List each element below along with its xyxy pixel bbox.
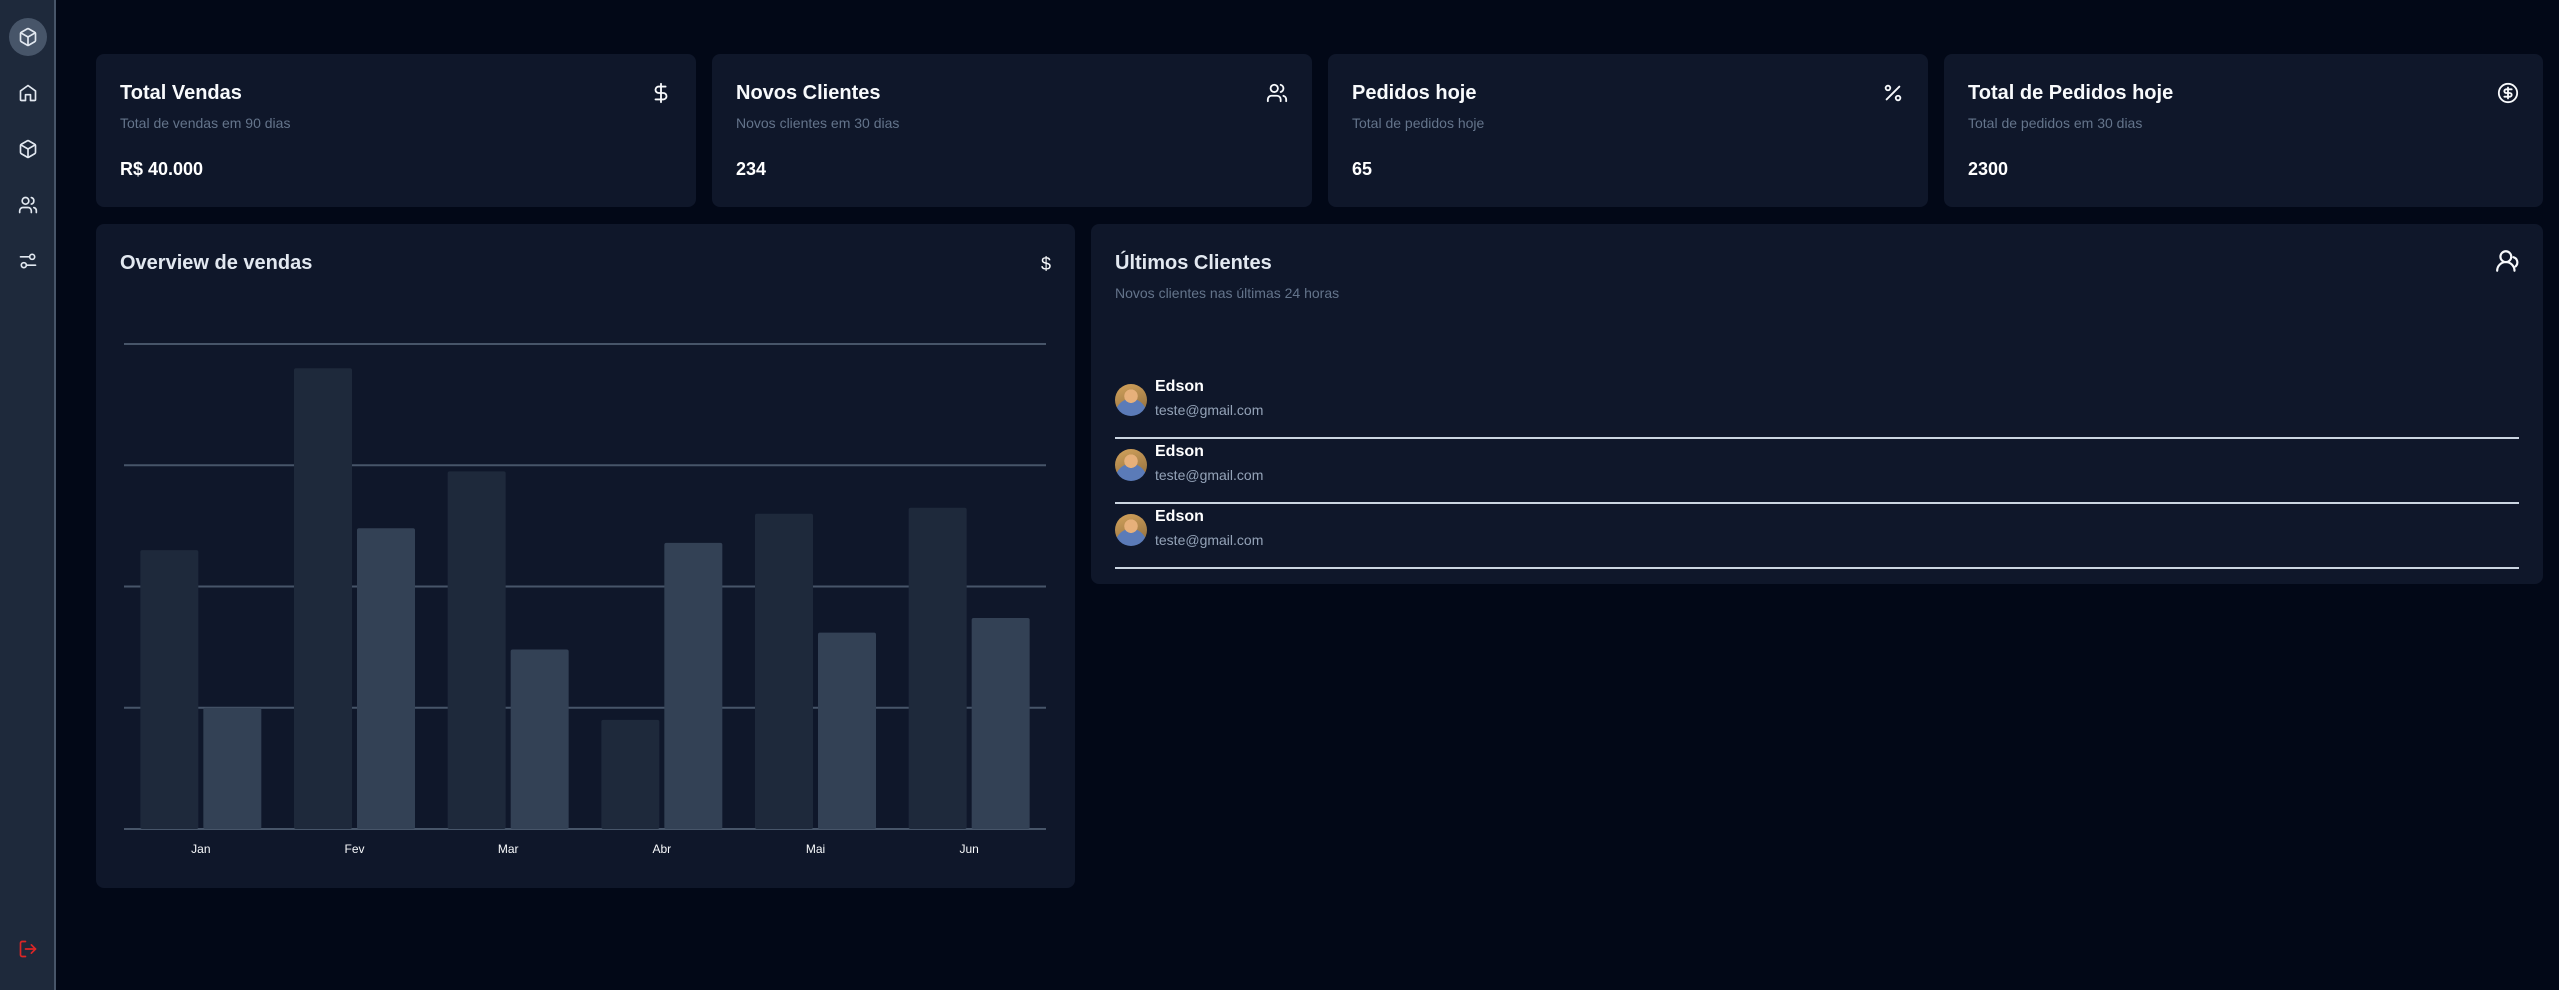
chart-x-tick-label: Mai [806, 842, 825, 856]
stat-subtitle: Total de pedidos hoje [1352, 115, 1485, 131]
logout-button[interactable] [9, 930, 47, 968]
chart-bar[interactable] [203, 707, 262, 829]
sidebar-item-customers[interactable] [9, 186, 47, 224]
chart-x-tick-label: Jan [191, 842, 210, 856]
chart-x-tick-label: Fev [344, 842, 364, 856]
latest-clients-card: Últimos Clientes Novos clientes nas últi… [1091, 224, 2543, 584]
sidebar-item-settings[interactable] [9, 242, 47, 280]
log-out-icon [19, 940, 37, 958]
logo-box-icon[interactable] [9, 18, 47, 56]
stat-card-total-vendas: Total Vendas Total de vendas em 90 dias … [96, 54, 696, 207]
chart-x-tick-label: Abr [652, 842, 671, 856]
stat-subtitle: Novos clientes em 30 dias [736, 115, 900, 131]
box-icon [19, 139, 37, 159]
chart-bar[interactable] [294, 368, 352, 829]
chart-bar[interactable] [601, 719, 660, 829]
stat-value: 234 [736, 159, 767, 179]
client-name: Edson [1155, 443, 1204, 460]
sidebar-item-products[interactable] [9, 130, 47, 168]
chart-bar[interactable] [908, 507, 967, 829]
sidebar [0, 0, 56, 990]
client-email: teste@gmail.com [1155, 532, 1264, 548]
stat-card-pedidos-hoje: Pedidos hoje Total de pedidos hoje 65 [1328, 54, 1928, 207]
avatar [1115, 384, 1147, 416]
stat-card-novos-clientes: Novos Clientes Novos clientes em 30 dias… [712, 54, 1312, 207]
chart-bar[interactable] [140, 550, 199, 829]
stat-value: R$ 40.000 [120, 159, 204, 179]
client-list-item[interactable]: Edson teste@gmail.com [1115, 504, 2519, 569]
chart-bar[interactable] [664, 542, 723, 829]
dollar-icon [650, 82, 672, 104]
stat-title: Novos Clientes [736, 82, 881, 104]
avatar [1115, 449, 1147, 481]
stat-title: Pedidos hoje [1352, 82, 1477, 104]
avatar [1115, 514, 1147, 546]
stat-subtitle: Total de vendas em 90 dias [120, 115, 291, 131]
client-list-item[interactable]: Edson teste@gmail.com [1115, 439, 2519, 504]
stat-title: Total Vendas [120, 82, 242, 104]
sales-bar-chart: Jan Fev Mar Abr Mai Jun [124, 343, 1046, 856]
stat-title: Total de Pedidos hoje [1968, 82, 2174, 104]
chart-bar[interactable] [755, 513, 813, 829]
overview-card: Overview de vendas $ Jan Fev Mar Abr Mai Jun [96, 224, 1075, 888]
stat-subtitle: Total de pedidos em 30 dias [1968, 115, 2143, 131]
users-icon [18, 196, 38, 214]
clients-title: Últimos Clientes [1115, 252, 1272, 274]
client-email: teste@gmail.com [1155, 467, 1264, 483]
client-email: teste@gmail.com [1155, 402, 1264, 418]
percent-icon [1882, 82, 1904, 104]
circle-dollar-icon [2497, 82, 2519, 104]
stat-value: 65 [1352, 159, 1373, 179]
stat-card-total-pedidos: Total de Pedidos hoje Total de pedidos e… [1944, 54, 2543, 207]
sliders-icon [19, 253, 37, 269]
client-list-item[interactable]: Edson teste@gmail.com [1115, 374, 2519, 439]
chart-bar[interactable] [357, 528, 415, 829]
home-icon [19, 84, 37, 102]
chart-x-tick-label: Mar [498, 842, 519, 856]
chart-bar[interactable] [510, 649, 569, 829]
client-name: Edson [1155, 508, 1204, 525]
chart-bar[interactable] [447, 471, 506, 829]
client-name: Edson [1155, 378, 1204, 395]
stat-value: 2300 [1968, 159, 2009, 179]
user-icon [2495, 248, 2521, 274]
chart-bar[interactable] [818, 632, 876, 829]
sidebar-item-home[interactable] [9, 74, 47, 112]
chart-x-tick-label: Jun [959, 842, 978, 856]
users-icon [1266, 82, 1288, 104]
clients-subtitle: Novos clientes nas últimas 24 horas [1115, 285, 1340, 301]
box-icon [19, 27, 37, 47]
chart-bar[interactable] [971, 618, 1030, 829]
